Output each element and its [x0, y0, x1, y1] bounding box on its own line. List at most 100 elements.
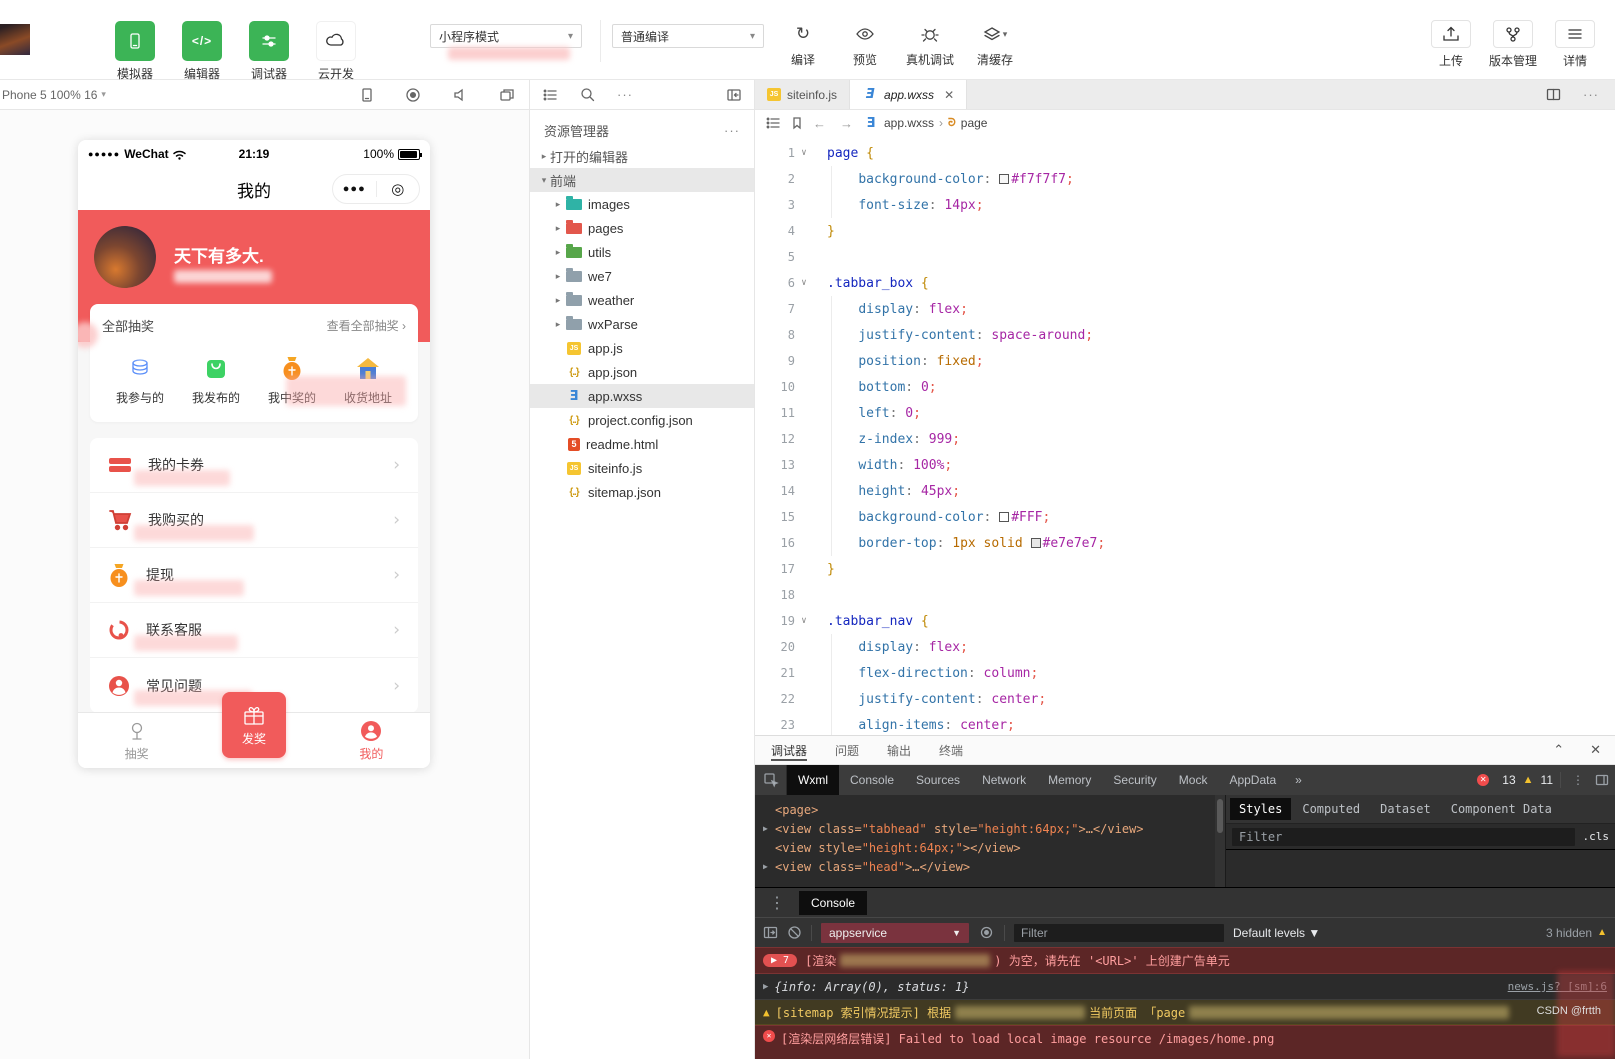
- branch-toolbar-button[interactable]: 版本管理: [1489, 20, 1537, 69]
- tree-item-app.json[interactable]: {..}app.json: [530, 360, 754, 384]
- wxml-node[interactable]: ▶ <view class="head">…</view>: [763, 857, 1213, 876]
- lottery-shortcut-bag[interactable]: 我发布的: [178, 351, 254, 406]
- forward-icon[interactable]: →: [840, 116, 853, 131]
- warning-count[interactable]: 11: [1541, 773, 1553, 787]
- wxml-node[interactable]: <page>: [763, 800, 1213, 819]
- clear-console-icon[interactable]: [787, 925, 802, 940]
- wxml-tree[interactable]: <page> ▶ <view class="tabhead" style="he…: [755, 795, 1215, 887]
- fold-icon[interactable]: ∨: [795, 278, 813, 288]
- refresh-action-button[interactable]: ↻ 编译: [782, 21, 824, 68]
- tree-item-siteinfo.js[interactable]: JSsiteinfo.js: [530, 456, 754, 480]
- fold-icon[interactable]: ∨: [795, 148, 813, 158]
- fold-icon[interactable]: ∨: [795, 616, 813, 626]
- error-count[interactable]: 13: [1502, 773, 1515, 787]
- record-icon[interactable]: [405, 87, 421, 103]
- console-warning-row[interactable]: ▲[sitemap 索引情况提示] 根据当前页面 「page: [755, 1000, 1615, 1025]
- menu-row-2[interactable]: 提现 ›: [90, 548, 418, 603]
- console-log-row[interactable]: ▶ {info: Array(0), status: 1} news.js? […: [755, 974, 1615, 1000]
- tree-item-we7[interactable]: ▸ we7: [530, 264, 754, 288]
- source-link[interactable]: news.js? [sm]:6: [1508, 980, 1607, 993]
- expand-arrow-icon[interactable]: ▶: [763, 824, 775, 833]
- more-icon[interactable]: ···: [617, 87, 633, 102]
- editor-tab-siteinfo.js[interactable]: JSsiteinfo.js: [755, 80, 850, 109]
- search-icon[interactable]: [580, 87, 595, 102]
- tab-person[interactable]: 我的: [313, 713, 430, 768]
- tree-item-utils[interactable]: ▸ utils: [530, 240, 754, 264]
- styles-tab-Component Data[interactable]: Component Data: [1442, 798, 1561, 820]
- multi-window-icon[interactable]: [499, 87, 515, 103]
- drawer-tab-终端[interactable]: 终端: [939, 736, 963, 764]
- more-tabs-button[interactable]: »: [1287, 773, 1310, 787]
- device-selector[interactable]: Phone 5 100% 16 ▾: [0, 88, 106, 102]
- drawer-tab-输出[interactable]: 输出: [887, 736, 911, 764]
- bookmark-icon[interactable]: [791, 116, 803, 130]
- toggle-class-button[interactable]: .cls: [1583, 830, 1610, 843]
- devtools-tab-Console[interactable]: Console: [839, 765, 905, 795]
- more-icon[interactable]: ···: [1583, 87, 1599, 102]
- styles-tab-Dataset[interactable]: Dataset: [1371, 798, 1440, 820]
- collapse-panel-icon[interactable]: ⌃: [1553, 742, 1564, 758]
- lottery-shortcut-pouch[interactable]: 我中奖的: [254, 351, 330, 406]
- explorer-more-button[interactable]: ···: [724, 123, 740, 138]
- devtools-tab-Sources[interactable]: Sources: [905, 765, 971, 795]
- devtools-tab-Wxml[interactable]: Wxml: [787, 765, 839, 795]
- tree-item-pages[interactable]: ▸ pages: [530, 216, 754, 240]
- console-error-row[interactable]: ▶ 7[渲染) 为空，请先在 '<URL>' 上创建广告单元: [755, 947, 1615, 974]
- upload-toolbar-button[interactable]: 上传: [1431, 20, 1471, 69]
- tree-item-weather[interactable]: ▸ weather: [530, 288, 754, 312]
- tab-gift[interactable]: 发奖: [222, 692, 286, 758]
- kebab-menu-icon[interactable]: ⋮: [765, 893, 789, 913]
- live-expression-icon[interactable]: [978, 926, 995, 939]
- menu-row-1[interactable]: 我购买的 ›: [90, 493, 418, 548]
- devtools-tab-Mock[interactable]: Mock: [1168, 765, 1219, 795]
- console-filter-input[interactable]: Filter: [1014, 924, 1224, 942]
- lottery-shortcut-coins[interactable]: 我参与的: [102, 351, 178, 406]
- styles-tab-Computed[interactable]: Computed: [1293, 798, 1369, 820]
- compile-select[interactable]: 普通编译 ▾: [612, 24, 764, 48]
- toggle-sliders-button[interactable]: 调试器: [242, 21, 296, 82]
- more-menu-button[interactable]: ●●●: [333, 183, 376, 195]
- bug-action-button[interactable]: 真机调试: [906, 21, 954, 68]
- eye-action-button[interactable]: 预览: [844, 21, 886, 68]
- scroll-mode-icon[interactable]: [360, 87, 374, 103]
- devtools-tab-Network[interactable]: Network: [971, 765, 1037, 795]
- user-avatar[interactable]: [0, 24, 30, 55]
- menu-row-3[interactable]: 联系客服 ›: [90, 603, 418, 658]
- close-minipro-button[interactable]: ◎: [377, 180, 420, 198]
- scrollbar[interactable]: [1215, 795, 1225, 887]
- wxml-node[interactable]: ▶ <view class="tabhead" style="height:64…: [763, 819, 1213, 838]
- view-all-lottery-link[interactable]: 查看全部抽奖 ›: [327, 317, 406, 334]
- devtools-tab-Security[interactable]: Security: [1102, 765, 1167, 795]
- lottery-shortcut-house[interactable]: 收货地址: [330, 351, 406, 406]
- close-icon[interactable]: ✕: [944, 88, 954, 102]
- console-error-row[interactable]: ✕ [渲染层网络层错误] Failed to load local image …: [755, 1025, 1615, 1059]
- collapse-sidebar-icon[interactable]: [726, 88, 754, 102]
- console-drawer-tab[interactable]: Console: [799, 891, 867, 915]
- expand-arrow-icon[interactable]: ▶: [763, 982, 768, 992]
- close-panel-icon[interactable]: ✕: [1590, 742, 1601, 758]
- toggle-code-button[interactable]: </> 编辑器: [175, 21, 229, 82]
- execution-context-select[interactable]: appservice ▼: [821, 923, 969, 943]
- kebab-menu-icon[interactable]: ⋮: [1568, 773, 1588, 787]
- tree-item-sitemap.json[interactable]: {..}sitemap.json: [530, 480, 754, 504]
- toggle-simulator-button[interactable]: 模拟器: [108, 21, 162, 82]
- styles-filter-input[interactable]: Filter: [1232, 828, 1575, 846]
- devtools-tab-AppData[interactable]: AppData: [1218, 765, 1287, 795]
- tree-item-app.js[interactable]: JSapp.js: [530, 336, 754, 360]
- expand-arrow-icon[interactable]: ▶: [763, 862, 775, 871]
- editor-tab-app.wxss[interactable]: Ǝapp.wxss✕: [850, 80, 967, 109]
- hidden-count-label[interactable]: 3 hidden: [1546, 926, 1592, 940]
- mute-icon[interactable]: [452, 87, 468, 103]
- drawer-tab-调试器[interactable]: 调试器: [771, 736, 807, 764]
- split-editor-icon[interactable]: [1546, 88, 1561, 101]
- menu-row-0[interactable]: 我的卡券 ›: [90, 438, 418, 493]
- tree-item-app.wxss[interactable]: Ǝapp.wxss: [530, 384, 754, 408]
- code-editor[interactable]: 1 ∨ page { 2 background-color: #f7f7f7; …: [755, 136, 1615, 735]
- tree-item-images[interactable]: ▸ images: [530, 192, 754, 216]
- breadcrumb[interactable]: Ǝ app.wxss › ᘒ page: [863, 116, 987, 131]
- profile-avatar[interactable]: [94, 226, 156, 288]
- devtools-tab-Memory[interactable]: Memory: [1037, 765, 1102, 795]
- back-icon[interactable]: ←: [813, 116, 826, 131]
- mode-select[interactable]: 小程序模式 ▾: [430, 24, 582, 48]
- console-sidebar-icon[interactable]: [763, 926, 778, 939]
